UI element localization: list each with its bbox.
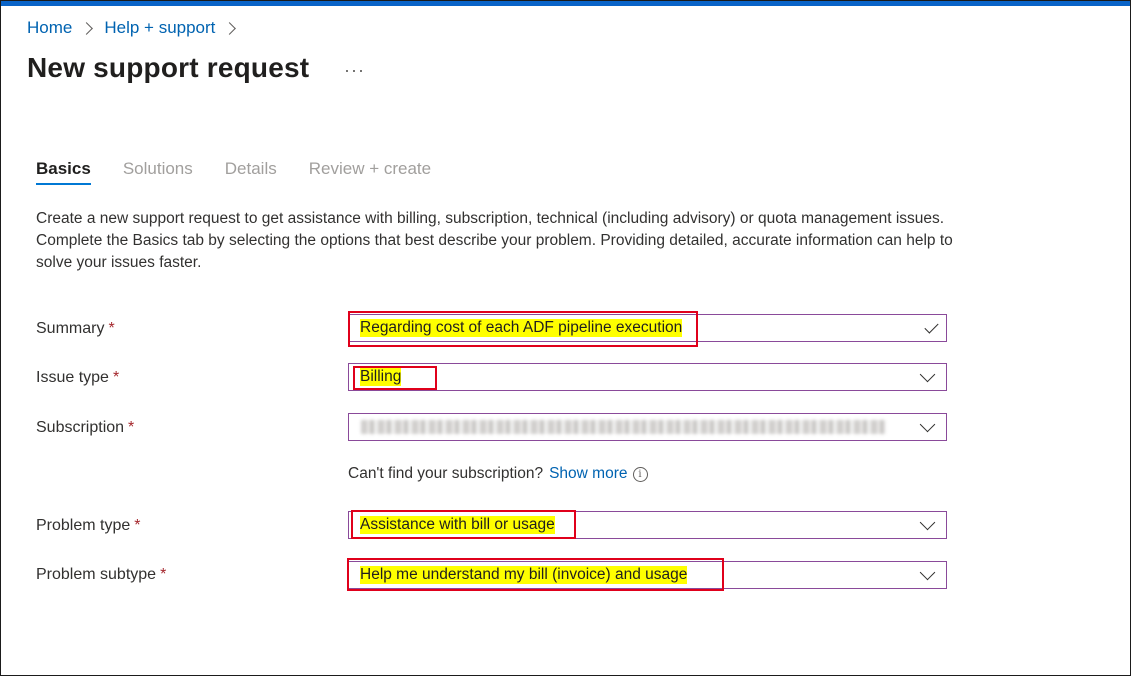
required-asterisk: * bbox=[112, 369, 120, 386]
chevron-down-icon bbox=[919, 514, 936, 531]
show-more-link[interactable]: Show more bbox=[549, 465, 627, 483]
breadcrumb-help-support[interactable]: Help + support bbox=[104, 18, 215, 38]
description: Create a new support request to get assi… bbox=[36, 208, 956, 274]
top-accent-bar bbox=[1, 1, 1130, 6]
problem-subtype-label-text: Problem subtype bbox=[36, 566, 157, 583]
redacted-subscription-value bbox=[361, 420, 886, 434]
chevron-down-icon bbox=[919, 564, 936, 581]
chevron-right-icon bbox=[223, 21, 237, 35]
problem-subtype-value: Help me understand my bill (invoice) and… bbox=[360, 566, 688, 584]
problem-type-label: Problem type * bbox=[36, 517, 141, 535]
tab-details[interactable]: Details bbox=[225, 159, 277, 185]
tab-solutions[interactable]: Solutions bbox=[123, 159, 193, 185]
chevron-down-icon bbox=[919, 416, 936, 433]
chevron-down-icon bbox=[919, 366, 936, 383]
summary-value: Regarding cost of each ADF pipeline exec… bbox=[360, 319, 683, 337]
chevron-right-icon bbox=[80, 21, 94, 35]
breadcrumb-home[interactable]: Home bbox=[27, 18, 72, 38]
problem-subtype-label: Problem subtype * bbox=[36, 566, 166, 584]
issue-type-dropdown[interactable]: Billing bbox=[348, 363, 947, 391]
description-line-1: Create a new support request to get assi… bbox=[36, 210, 945, 227]
summary-input[interactable]: Regarding cost of each ADF pipeline exec… bbox=[348, 314, 947, 342]
page-title: New support request bbox=[27, 52, 310, 83]
required-asterisk: * bbox=[134, 517, 141, 534]
subscription-hint-text: Can't find your subscription? bbox=[348, 465, 544, 482]
required-asterisk: * bbox=[160, 566, 167, 583]
subscription-hint: Can't find your subscription? Show more … bbox=[348, 465, 648, 483]
info-icon[interactable]: i bbox=[632, 466, 648, 482]
required-asterisk: * bbox=[108, 320, 115, 337]
problem-type-value: Assistance with bill or usage bbox=[360, 516, 555, 534]
tab-bar: Basics Solutions Details Review + create bbox=[36, 159, 463, 185]
required-asterisk: * bbox=[128, 419, 135, 436]
subscription-dropdown[interactable] bbox=[348, 413, 947, 441]
subscription-label-text: Subscription bbox=[36, 419, 125, 436]
more-options-icon[interactable]: ··· bbox=[344, 60, 365, 81]
subscription-label: Subscription * bbox=[36, 419, 134, 437]
tab-review-create[interactable]: Review + create bbox=[309, 159, 431, 185]
tab-basics[interactable]: Basics bbox=[36, 159, 91, 185]
checkmark-icon bbox=[924, 319, 939, 334]
issue-type-label: Issue type * bbox=[36, 369, 119, 387]
description-line-2: Complete the Basics tab by selecting the… bbox=[36, 232, 953, 271]
issue-type-value: Billing bbox=[360, 368, 402, 386]
summary-label: Summary * bbox=[36, 320, 115, 338]
issue-type-label-text: Issue type bbox=[36, 369, 109, 386]
breadcrumb: Home Help + support bbox=[27, 18, 247, 38]
problem-type-label-text: Problem type bbox=[36, 517, 131, 534]
problem-subtype-dropdown[interactable]: Help me understand my bill (invoice) and… bbox=[348, 561, 947, 589]
problem-type-dropdown[interactable]: Assistance with bill or usage bbox=[348, 511, 947, 539]
summary-label-text: Summary bbox=[36, 320, 105, 337]
